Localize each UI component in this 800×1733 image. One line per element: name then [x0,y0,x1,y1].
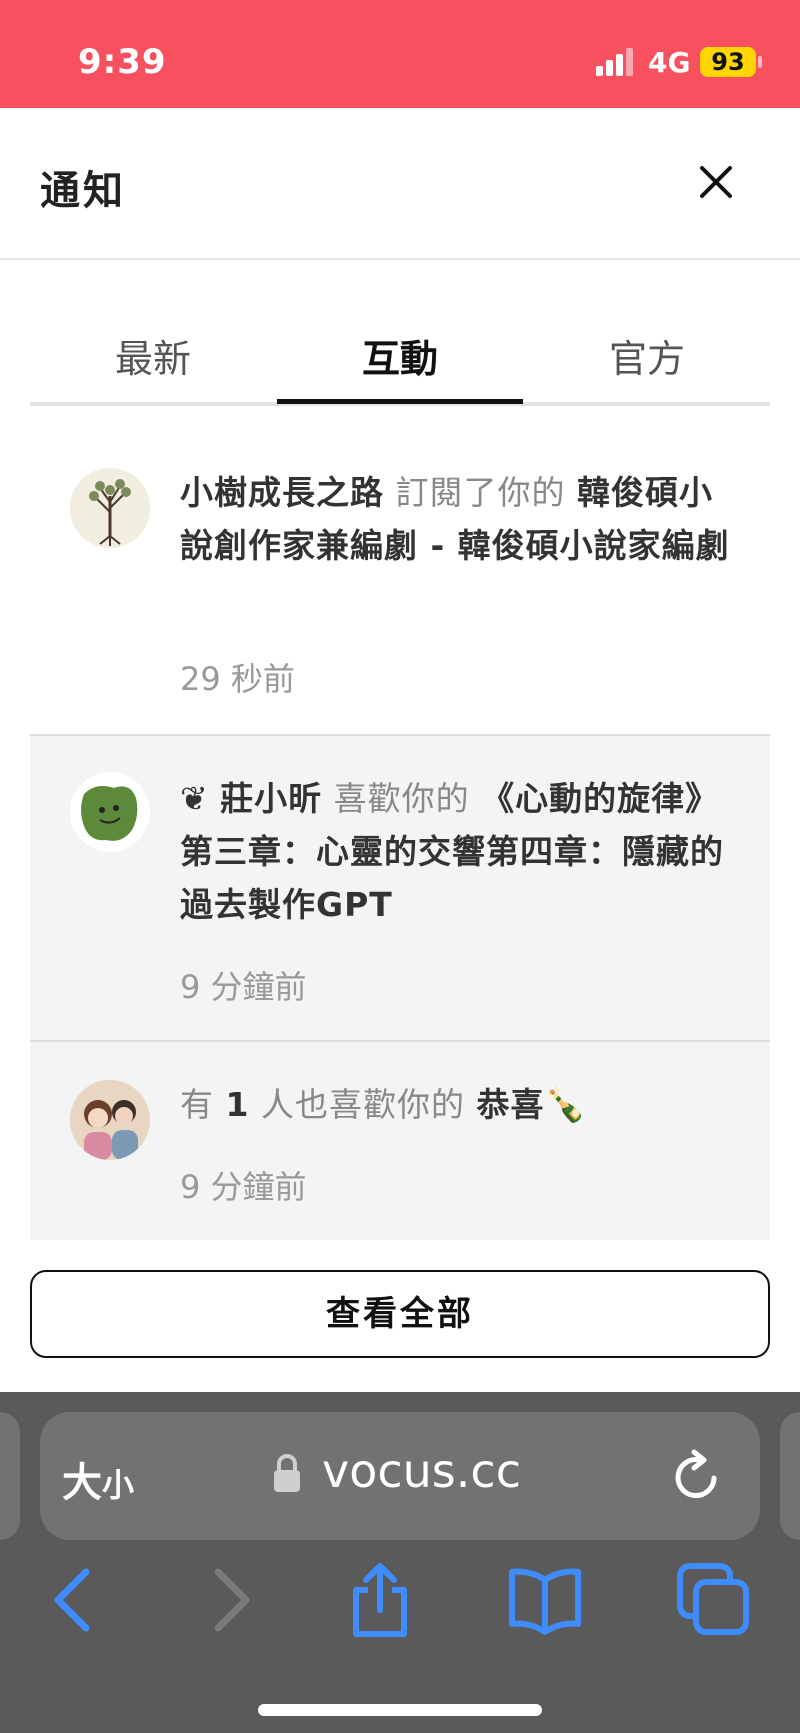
url-domain[interactable]: vocus.cc [322,1444,521,1498]
notification-time: 9 分鐘前 [180,1168,307,1206]
notification-action: 人也喜歡你的 [260,1085,465,1124]
green-blob-avatar[interactable] [70,772,150,852]
view-all-button[interactable]: 查看全部 [30,1270,770,1358]
network-type: 4G [648,46,691,79]
notification-header: 通知 [0,108,800,260]
user-prefix-icon: ❦ [180,779,209,818]
notification-text: 小樹成長之路 訂閱了你的 韓俊碩小說創作家兼編劇 - 韓俊碩小說家編劇 [180,466,740,572]
tree-avatar[interactable] [70,468,150,548]
home-indicator [258,1704,542,1716]
notification-item[interactable]: ❦ 莊小昕 喜歡你的 《心動的旋律》第三章：心靈的交響第四章：隱藏的過去製作GP… [30,736,770,1040]
notification-prefix: 有 [180,1085,214,1124]
text-size-small: 小 [102,1466,135,1504]
share-icon[interactable] [348,1562,412,1638]
signal-icon [596,48,636,76]
tab-official[interactable]: 官方 [524,320,770,402]
status-time: 9:39 [78,42,167,82]
forward-icon[interactable] [208,1562,256,1638]
text-size-large: 大 [62,1460,102,1506]
notification-time: 9 分鐘前 [180,968,307,1006]
address-bar[interactable]: 大小 vocus.cc [40,1412,760,1540]
notification-user[interactable]: 莊小昕 [220,779,322,818]
close-icon[interactable] [692,158,740,206]
browser-toolbar: 大小 vocus.cc [0,1392,800,1733]
tabs-icon[interactable] [676,1562,752,1638]
notification-item[interactable]: 小樹成長之路 訂閱了你的 韓俊碩小說創作家兼編劇 - 韓俊碩小說家編劇 29 秒… [30,440,770,734]
bookmarks-icon[interactable] [506,1562,584,1638]
notification-text: 有 1 人也喜歡你的 恭喜🍾 [180,1078,740,1131]
page-title: 通知 [40,168,126,214]
next-tab-preview[interactable] [780,1412,800,1540]
battery-tip [758,56,762,68]
notification-action: 訂閱了你的 [395,473,566,512]
tab-latest[interactable]: 最新 [30,320,276,402]
back-icon[interactable] [48,1562,96,1638]
illustration-avatar[interactable] [70,1080,150,1160]
reload-icon[interactable] [670,1448,722,1504]
lock-icon [272,1452,302,1496]
notification-item[interactable]: 有 1 人也喜歡你的 恭喜🍾 9 分鐘前 [30,1042,770,1240]
previous-tab-preview[interactable] [0,1412,20,1540]
notification-tabs: 最新 互動 官方 [30,320,770,406]
notification-time: 29 秒前 [180,660,295,698]
text-size-button[interactable]: 大小 [62,1450,134,1508]
notification-target[interactable]: 恭喜🍾 [476,1085,586,1124]
notification-action: 喜歡你的 [333,779,470,818]
notification-user[interactable]: 小樹成長之路 [180,473,384,512]
notification-text: ❦ 莊小昕 喜歡你的 《心動的旋律》第三章：心靈的交響第四章：隱藏的過去製作GP… [180,772,740,931]
notification-count: 1 [225,1085,250,1124]
battery-icon: 93 [700,47,756,77]
tab-interaction[interactable]: 互動 [277,320,523,404]
status-bar: 9:39 4G 93 [0,0,800,108]
